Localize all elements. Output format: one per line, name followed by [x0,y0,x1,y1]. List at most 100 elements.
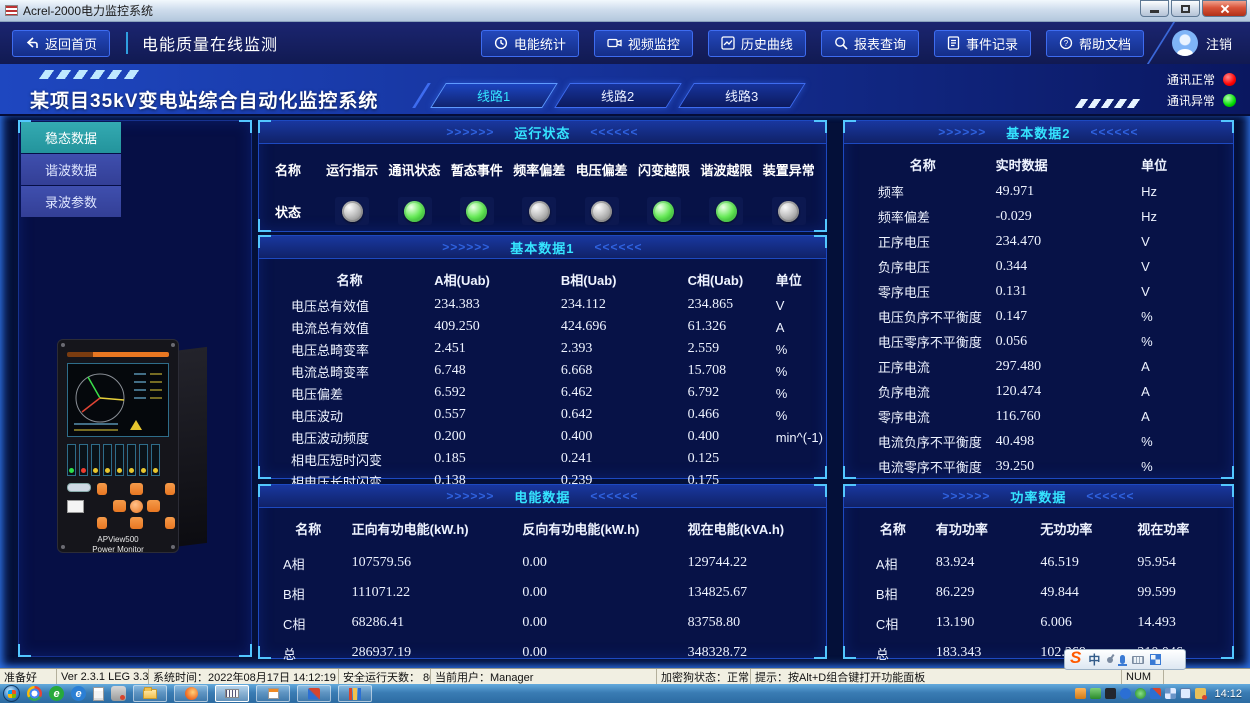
cell-value: 99.599 [1135,578,1225,608]
history-curve-button[interactable]: 历史曲线 [708,30,806,57]
led-plate [772,197,806,225]
taskbar-media-app-button[interactable] [338,685,372,702]
column-header: 单位 [1139,150,1225,179]
cell-value: 6.006 [1038,608,1135,638]
taskbar-firefox-button[interactable] [174,685,208,702]
help-docs-button[interactable]: ? 帮助文档 [1046,30,1144,57]
tray-app-icon[interactable] [1075,688,1086,699]
maximize-button[interactable] [1171,0,1200,17]
table-row: 电压偏差6.5926.4626.792% [267,382,818,404]
cell-value: V [774,294,818,316]
minimize-button[interactable] [1140,0,1169,17]
taskbar-calendar-app-button[interactable] [256,685,290,702]
cell-value: 6.668 [559,360,686,382]
keyboard-icon[interactable] [1132,656,1144,664]
clock-display[interactable]: 14:12 [1214,688,1242,700]
cell-value: 0.00 [520,638,685,668]
table-row: 负序电流120.474A [852,379,1225,404]
close-button[interactable] [1202,0,1247,17]
row-label: 电压波动频度 [267,426,432,448]
microphone-icon[interactable] [1120,655,1125,664]
event-record-button[interactable]: 事件记录 [934,30,1031,57]
panel-run-status: >>>>>> 运行状态 <<<<<< 名称运行指示通讯状态暂态事件频率偏差电压偏… [258,120,827,232]
notepad-icon[interactable] [93,687,104,701]
cell-value: 68286.41 [350,608,521,638]
status-num-lock: NUM [1122,669,1164,684]
tab-line2[interactable]: 线路2 [554,83,682,108]
tab-line2-label: 线路2 [601,86,634,105]
shield-icon[interactable] [1135,688,1146,699]
cell-value: 0.125 [686,448,774,470]
column-header: 名称 [267,265,432,294]
cell-value: 95.954 [1135,548,1225,578]
help-docs-label: 帮助文档 [1079,34,1131,53]
cell-value: 0.557 [432,404,559,426]
cell-value: 297.480 [994,354,1140,379]
browser-green-icon[interactable]: e [49,686,64,701]
status-bar: 准备好 Ver 2.3.1 LEG 3.3.18 系统时间：2022年08月17… [0,668,1250,684]
cell-value: 348328.72 [686,638,818,668]
row-label: 电压总畸变率 [267,338,432,360]
table-row: 负序电压0.344V [852,254,1225,279]
internet-explorer-icon[interactable]: e [71,686,86,701]
energy-stats-button[interactable]: 电能统计 [481,30,579,57]
bluetooth-icon[interactable] [1120,688,1131,699]
cell-value: % [1139,304,1225,329]
cell-value: 2.393 [559,338,686,360]
status-led-green [404,201,425,222]
row-label: 电流负序不平衡度 [852,429,994,454]
table-row: 频率偏差-0.029Hz [852,204,1225,229]
logout-button[interactable]: 注销 [1172,30,1238,56]
cell-value: % [774,382,818,404]
tray-qq-icon[interactable] [1150,688,1161,699]
report-query-button[interactable]: 报表查询 [821,30,919,57]
table-row: B相111071.220.00134825.67 [267,578,818,608]
taskbar-acrel-app-button[interactable] [215,685,249,702]
panel-basic-data-2: >>>>>> 基本数据2 <<<<<< 名称实时数据单位频率49.971Hz频率… [843,120,1234,479]
ime-toolbar[interactable]: S 中 [1064,649,1186,670]
cell-value: min^(-1) [774,426,818,448]
table-row: B相86.22949.84499.599 [852,578,1225,608]
chrome-icon[interactable] [27,686,42,701]
report-query-label: 报表查询 [854,34,906,53]
cell-value: 2.451 [432,338,559,360]
tray-antenna-icon[interactable] [1105,688,1116,699]
table-row: 总286937.190.00348328.72 [267,638,818,668]
volume-muted-icon[interactable] [1195,688,1206,699]
sidebar-item-harmonic-data[interactable]: 谐波数据 [21,154,121,185]
messenger-icon[interactable] [111,686,126,701]
cell-value: V [1139,254,1225,279]
panel-title: 基本数据1 [510,238,574,257]
tab-line3[interactable]: 线路3 [678,83,806,108]
table-row: 电压零序不平衡度0.056% [852,329,1225,354]
sogou-logo-icon[interactable]: S [1070,649,1081,666]
ime-menu-icon[interactable] [1151,655,1160,664]
tab-lead-decoration [412,83,431,108]
column-header: 单位 [774,265,818,294]
taskbar-tools-app-button[interactable] [297,685,331,702]
tab-line1[interactable]: 线路1 [430,83,558,108]
video-camera-icon [607,36,622,50]
table-row: 电压波动0.5570.6420.466% [267,404,818,426]
chevron-decoration: <<<<<< [595,240,643,254]
ime-language-toggle[interactable]: 中 [1088,651,1100,668]
network-icon[interactable] [1180,688,1191,699]
status-led-green [716,201,737,222]
cell-value: % [774,404,818,426]
cell-value: 83.924 [934,548,1038,578]
calendar-icon [268,688,279,699]
cell-value: 14.493 [1135,608,1225,638]
expand-icon[interactable] [1165,688,1176,699]
tray-folder-icon[interactable] [1090,688,1101,699]
handwriting-icon[interactable] [1107,657,1113,663]
column-header: A相(Uab) [432,265,559,294]
back-home-button[interactable]: 返回首页 [12,30,110,57]
sidebar-item-wave-params[interactable]: 录波参数 [21,186,121,217]
video-monitor-button[interactable]: 视频监控 [594,30,693,57]
cell-value: 0.642 [559,404,686,426]
panel-title: 功率数据 [1010,487,1066,506]
nav-divider [126,32,128,54]
taskbar-explorer-button[interactable] [133,685,167,702]
start-button[interactable] [3,685,20,702]
sidebar-item-steady-data[interactable]: 稳态数据 [21,122,121,153]
